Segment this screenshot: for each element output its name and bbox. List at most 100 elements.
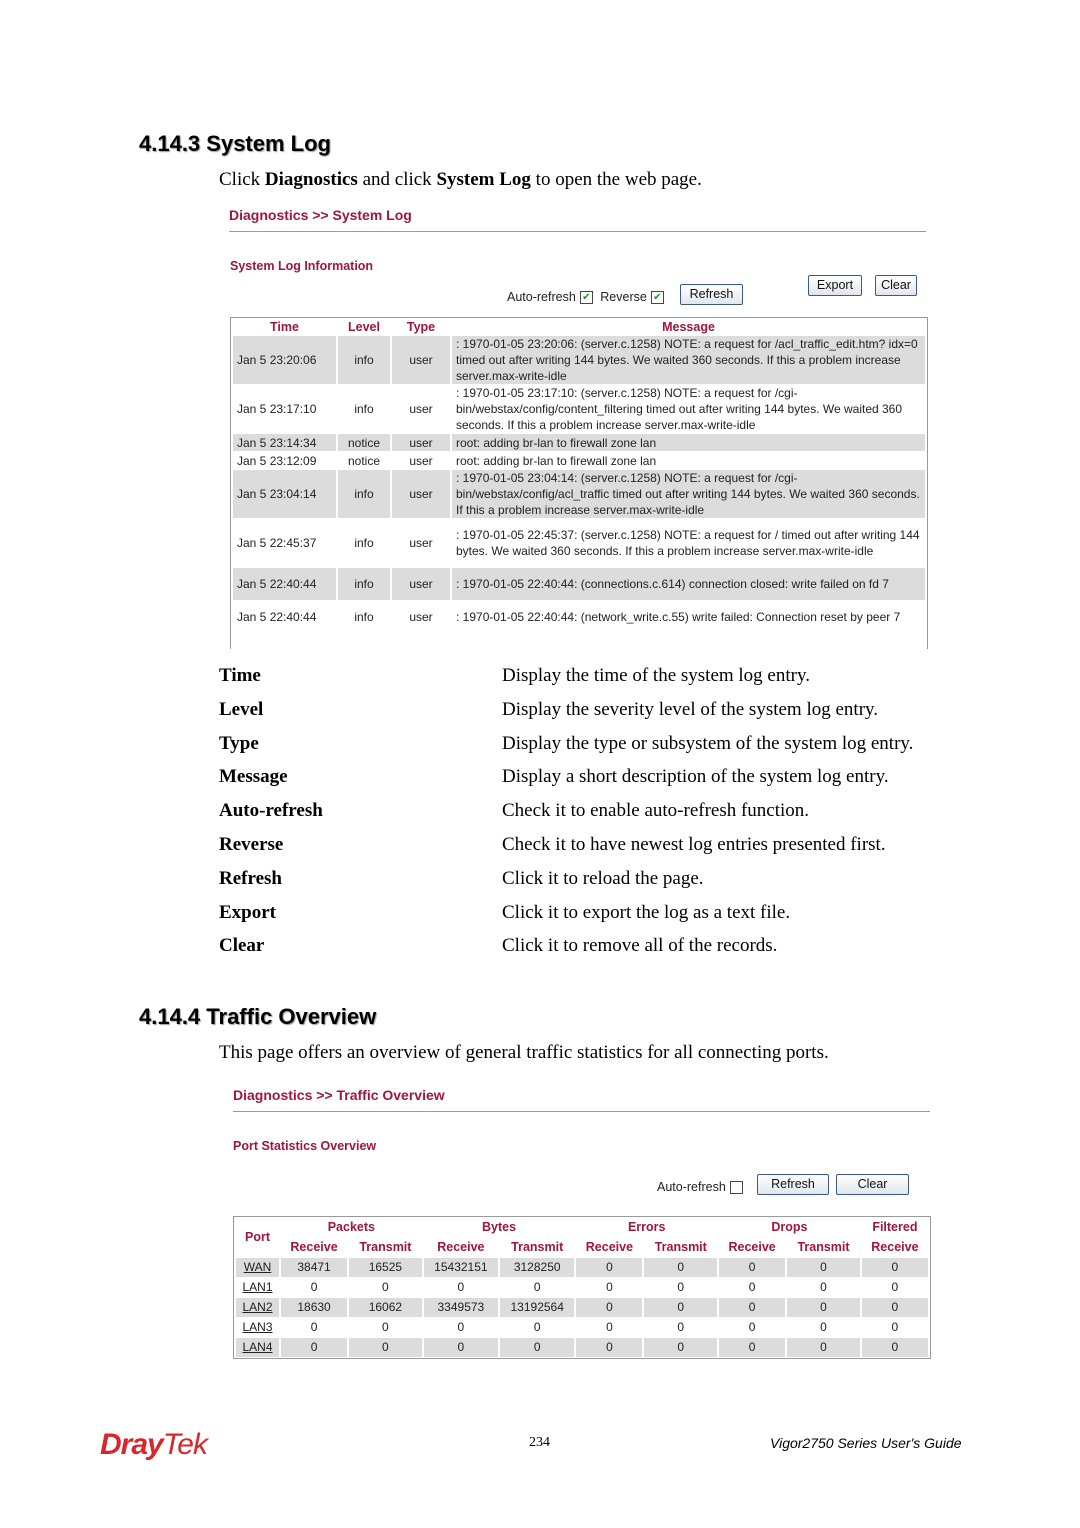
log-level: info [354,610,374,624]
stat-cell: 0 [644,1258,718,1277]
log-time: Jan 5 22:40:44 [237,610,317,624]
page-number: 234 [529,1435,550,1450]
log-message: root: adding br-lan to firewall zone lan [452,434,925,451]
log-row: Jan 5 22:45:37 info user: 1970-01-05 22:45… [233,519,925,567]
stat-cell: 0 [533,1280,541,1294]
port-link[interactable]: LAN4 [242,1340,272,1354]
auto-refresh-label: Auto-refresh [507,290,576,304]
export-button[interactable]: Export [808,275,862,296]
log-level: notice [338,434,390,451]
stat-cell: 0 [787,1258,860,1277]
port-link[interactable]: WAN [244,1260,272,1274]
stat-cell: 0 [787,1298,860,1317]
clear-button[interactable]: Clear [836,1174,909,1195]
log-time: Jan 5 22:40:44 [233,568,336,600]
stat-cell: 0 [606,1320,613,1334]
log-level: info [338,336,390,384]
divider [233,1111,930,1112]
section-heading-traffic-overview: 4.14.4 Traffic Overview [139,1004,377,1029]
stat-cell: 0 [280,1338,348,1357]
refresh-button[interactable]: Refresh [680,284,743,305]
log-message: : 1970-01-05 23:20:06: (server.c.1258) N… [452,336,925,384]
definition-term: Refresh [219,867,282,889]
definition-term: Time [219,665,261,686]
definition-term: Message [219,766,288,788]
system-log-intro: Click Diagnostics and click System Log t… [219,169,702,191]
log-row: Jan 5 23:14:34 notice user root: adding br-… [233,434,925,451]
column-group-bytes: Bytes [482,1220,517,1234]
stat-cell: 0 [606,1280,613,1294]
column-group-drops: Drops [771,1220,808,1234]
definition-description: Display a short description of the syste… [502,766,889,788]
document-page: 4.14.3 System Log Click Diagnostics and … [0,0,1080,1528]
log-message: : 1970-01-05 22:45:37: (server.c.1258) N… [456,528,920,558]
port-link[interactable]: LAN3 [242,1320,272,1334]
stat-cell: 0 [576,1338,643,1357]
stat-cell: 0 [677,1320,685,1334]
stat-cell: 0 [677,1280,685,1294]
log-row: Jan 5 22:40:44 info user: 1970-01-05 22:40… [233,601,925,633]
log-type: user [409,453,433,468]
stat-cell: 0 [719,1338,786,1357]
log-time: Jan 5 23:14:34 [233,434,336,451]
stat-cell: 18630 [280,1298,348,1317]
log-time: Jan 5 23:20:06 [233,336,336,384]
breadcrumb: Diagnostics >> Traffic Overview [233,1087,445,1103]
stat-cell: 0 [500,1338,575,1357]
definition-term: Auto-refresh [219,800,323,822]
divider [229,231,926,232]
stat-cell: 0 [423,1338,499,1357]
auto-refresh-checkbox[interactable]: ✔ [579,291,593,305]
reverse-checkbox[interactable]: ✔ [650,291,664,305]
log-row: Jan 5 23:17:10 info user: 1970-01-05 23:17… [233,385,925,433]
log-level: info [338,470,390,518]
column-header-time: Time [270,320,299,334]
auto-refresh-label: Auto-refresh [657,1180,726,1194]
column-header-type: Type [406,320,436,334]
traffic-options: Auto-refresh [657,1180,747,1195]
traffic-intro: This page offers an overview of general … [219,1042,829,1063]
column-header-level: Level [348,320,380,334]
clear-button[interactable]: Clear [875,275,917,296]
definition-description: Display the type or subsystem of the sys… [502,732,914,754]
definition-description: Check it to enable auto-refresh function… [502,800,810,822]
port-row: WAN 38471 16525 15432151 3128250 0 0 0 0 0 [236,1258,928,1277]
stat-cell: 0 [861,1258,928,1277]
port-row: LAN3 0 0 0 0 0 0 0 0 0 [236,1318,928,1337]
stat-cell: 0 [310,1320,318,1334]
stat-cell: 0 [382,1280,389,1294]
section-heading-system-log: 4.14.3 System Log [139,131,331,156]
column-header-transmit: Transmit [359,1240,412,1254]
intro-text: to open the web page. [530,169,702,190]
stat-cell: 0 [891,1280,899,1294]
port-row: LAN1 0 0 0 0 0 0 0 0 0 [236,1278,928,1297]
stat-cell: 0 [787,1338,860,1357]
column-header-receive: Receive [437,1240,485,1254]
intro-text: and click [357,169,437,190]
log-row: Jan 5 23:04:14 info user: 1970-01-05 23:04… [233,470,925,518]
stat-cell: 0 [861,1338,928,1357]
log-type: user [392,336,450,384]
stat-cell: 0 [576,1298,643,1317]
log-type: user [409,536,433,550]
stat-cell: 0 [719,1258,786,1277]
port-statistics-table: Port Packets Bytes Errors Drops Filtered Rece… [233,1216,931,1359]
definition-description: Check it to have newest log entries pres… [502,834,886,855]
stat-cell: 0 [644,1298,718,1317]
log-type: user [409,610,433,624]
column-header-message: Message [662,320,715,334]
log-time: Jan 5 22:45:37 [237,536,317,550]
stat-cell: 3128250 [500,1258,575,1277]
log-message: : 1970-01-05 22:40:44: (connections.c.61… [452,568,925,600]
log-time: Jan 5 23:04:14 [233,470,336,518]
refresh-button[interactable]: Refresh [757,1174,829,1195]
column-header-transmit: Transmit [797,1240,850,1254]
log-message: root: adding br-lan to firewall zone lan [456,453,657,468]
intro-text: Click [219,169,265,190]
log-message: : 1970-01-05 23:04:14: (server.c.1258) N… [452,470,925,518]
definition-term: Reverse [219,834,284,855]
port-row: LAN2 18630 16062 3349573 13192564 0 0 0 0 0 [236,1298,928,1317]
port-link[interactable]: LAN1 [242,1280,272,1294]
auto-refresh-checkbox[interactable] [729,1181,743,1195]
port-link[interactable]: LAN2 [242,1300,272,1314]
